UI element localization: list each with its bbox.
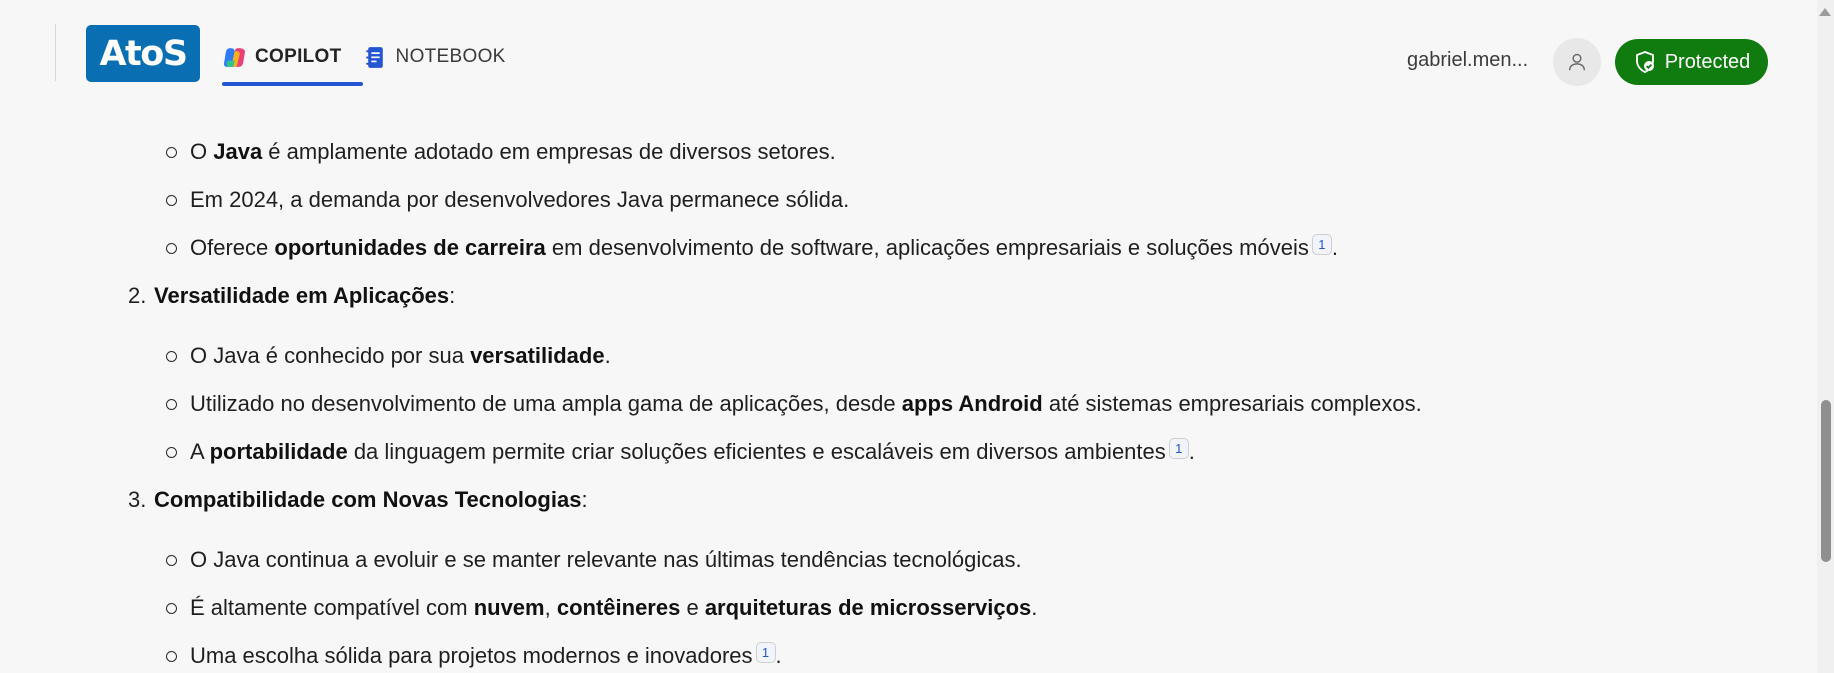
shield-check-icon <box>1635 51 1654 73</box>
tab-copilot[interactable]: COPILOT <box>222 36 363 86</box>
vertical-scrollbar[interactable] <box>1817 0 1834 673</box>
text-span: O Java é conhecido por sua <box>190 343 471 368</box>
bullet-marker <box>166 195 177 206</box>
bullet-marker <box>166 555 177 566</box>
list-item: O Java continua a evoluir e se manter re… <box>190 545 1022 575</box>
text-span: da linguagem permite criar soluções efic… <box>347 439 1166 464</box>
notebook-icon <box>365 46 383 68</box>
protected-label: Protected <box>1664 50 1751 73</box>
list-item: Uma escolha sólida para projetos moderno… <box>190 641 782 671</box>
text-span: A <box>190 439 210 464</box>
bold-text: Compatibilidade com Novas Tecnologias <box>154 487 582 512</box>
text-span: . <box>1331 235 1338 260</box>
text-span: O <box>190 139 214 164</box>
protected-badge[interactable]: Protected <box>1615 39 1768 85</box>
copilot-icon <box>224 47 245 67</box>
bullet-marker <box>166 147 177 158</box>
text-span: até sistemas empresariais complexos. <box>1042 391 1422 416</box>
text-span: . <box>1031 595 1038 620</box>
user-name[interactable]: gabriel.men... <box>1407 49 1528 72</box>
avatar[interactable] <box>1553 38 1601 86</box>
bullet-marker <box>166 447 177 458</box>
bold-text: oportunidades de carreira <box>274 235 546 260</box>
text-span: O Java continua a evoluir e se manter re… <box>190 547 1022 572</box>
text-span: : <box>449 283 456 308</box>
citation-badge[interactable]: 1 <box>755 642 776 663</box>
bullet-marker <box>166 603 177 614</box>
text-span: e <box>680 595 705 620</box>
text-span: Uma escolha sólida para projetos moderno… <box>190 643 753 668</box>
scrollbar-thumb[interactable] <box>1821 400 1831 562</box>
bold-text: apps Android <box>901 391 1043 416</box>
bold-text: versatilidade <box>470 343 605 368</box>
text-span: em desenvolvimento de software, aplicaçõ… <box>545 235 1309 260</box>
tab-copilot-label: COPILOT <box>255 46 342 67</box>
tab-notebook[interactable]: NOTEBOOK <box>363 36 527 78</box>
scroll-up-arrow-icon[interactable] <box>1819 8 1831 16</box>
list-item: Utilizado no desenvolvimento de uma ampl… <box>190 389 1422 419</box>
text-span: Em 2024, a demanda por desenvolvedores J… <box>190 187 850 212</box>
top-header: AtoS COPILOT NOTEBOOK gabriel.men... Pro… <box>0 0 1834 100</box>
text-span: : <box>581 487 588 512</box>
text-span: , <box>544 595 557 620</box>
list-item: A portabilidade da linguagem permite cri… <box>190 437 1195 467</box>
text-span: É altamente compatível com <box>190 595 474 620</box>
bullet-marker <box>166 243 177 254</box>
active-tab-indicator <box>222 82 363 86</box>
citation-badge[interactable]: 1 <box>1311 234 1332 255</box>
list-number: 3. <box>128 487 147 512</box>
list-item: Oferece oportunidades de carreira em des… <box>190 233 1338 263</box>
tab-bar: COPILOT NOTEBOOK <box>222 36 527 90</box>
bold-text: Java <box>213 139 263 164</box>
tab-notebook-label: NOTEBOOK <box>395 46 506 67</box>
bullet-marker <box>166 351 177 362</box>
text-span: é amplamente adotado em empresas de dive… <box>262 139 836 164</box>
list-number: 2. <box>128 283 147 308</box>
text-span: Oferece <box>190 235 275 260</box>
bold-text: portabilidade <box>209 439 348 464</box>
user-icon <box>1568 53 1586 71</box>
bold-text: Versatilidade em Aplicações <box>154 283 450 308</box>
list-item: O Java é amplamente adotado em empresas … <box>190 137 836 167</box>
header-divider <box>55 24 56 81</box>
chat-response-content: O Java é amplamente adotado em empresas … <box>0 100 1815 673</box>
list-item: É altamente compatível com nuvem, contêi… <box>190 593 1037 623</box>
text-span: . <box>775 643 782 668</box>
section-heading: Versatilidade em Aplicações: <box>154 281 455 311</box>
citation-badge[interactable]: 1 <box>1168 438 1189 459</box>
text-span: Utilizado no desenvolvimento de uma ampl… <box>190 391 902 416</box>
text-span: . <box>1188 439 1195 464</box>
list-item: O Java é conhecido por sua versatilidade… <box>190 341 611 371</box>
bullet-marker <box>166 651 177 662</box>
list-item: Em 2024, a demanda por desenvolvedores J… <box>190 185 849 215</box>
atos-logo[interactable]: AtoS <box>86 25 200 82</box>
bullet-marker <box>166 399 177 410</box>
section-heading: Compatibilidade com Novas Tecnologias: <box>154 485 588 515</box>
text-span: . <box>604 343 611 368</box>
bold-text: contêineres <box>556 595 681 620</box>
bold-text: nuvem <box>473 595 545 620</box>
bold-text: arquiteturas de microsserviços <box>704 595 1032 620</box>
